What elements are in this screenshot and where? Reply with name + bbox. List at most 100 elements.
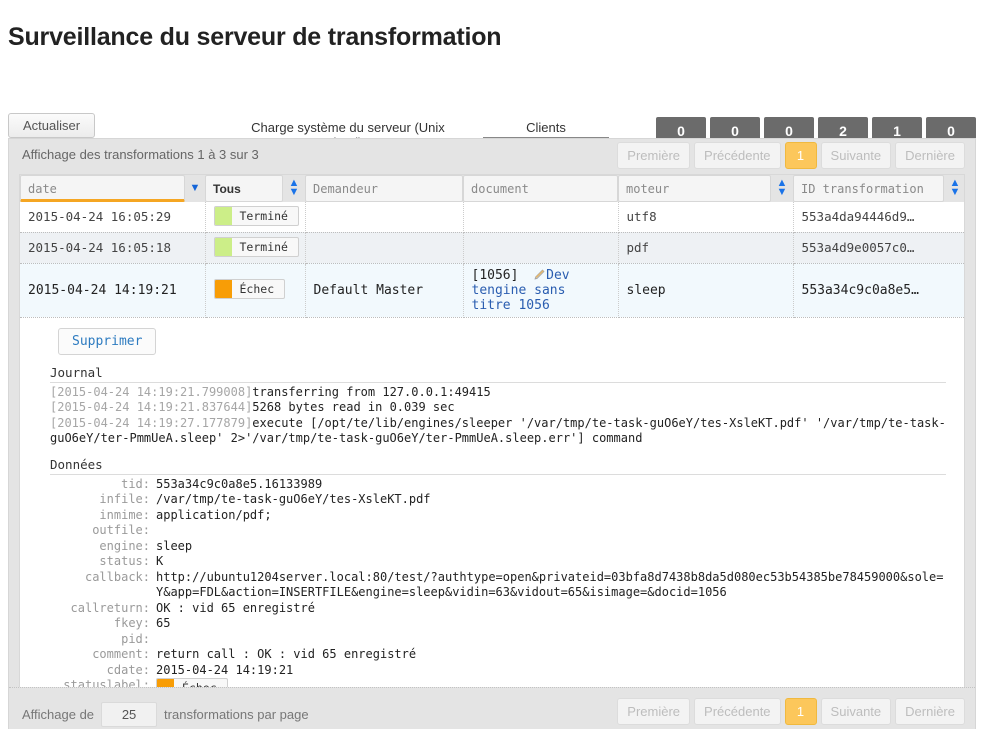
cell-tid: 553a4d9e0057c0…: [793, 232, 964, 264]
cell-document: [463, 201, 619, 233]
data-field-row: pid:: [50, 632, 946, 648]
data-field-key: fkey:: [113, 616, 150, 631]
data-field-key: pid:: [121, 631, 150, 646]
top-pagination: Première Précédente 1 Suivante Dernière: [617, 141, 965, 169]
clients-title: Clients: [483, 120, 609, 138]
transformations-table: date ▼ Tous ▲ ▼ Demandeur document moteur ▲ ▼ ID t…: [20, 174, 964, 318]
delete-button[interactable]: Supprimer: [58, 327, 157, 355]
pager-page-1-bottom[interactable]: 1: [784, 697, 817, 725]
data-field-value: http://ubuntu1204server.local:80/test/?a…: [156, 569, 944, 600]
panel-footer: Affichage de 25 transformations par page…: [9, 686, 975, 729]
per-page-control: Affichage de 25 transformations par page: [22, 701, 309, 727]
cell-requester: [305, 232, 464, 264]
status-swatch: [214, 279, 232, 298]
journal-title: Journal: [50, 365, 946, 383]
cell-date: 2015-04-24 16:05:29: [20, 201, 206, 233]
results-summary: Affichage des transformations 1 à 3 sur …: [22, 146, 259, 162]
bottom-pagination: Première Précédente 1 Suivante Dernière: [617, 697, 965, 725]
status-label: Échec: [239, 281, 275, 296]
data-field-value: 553a34c9c0a8e5.16133989: [156, 476, 323, 491]
filter-date[interactable]: date: [20, 174, 185, 202]
data-field-value: 2015-04-24 14:19:21: [156, 662, 294, 677]
sort-icon[interactable]: ▲ ▼: [771, 178, 793, 198]
pencil-icon: [534, 269, 545, 280]
pager-last-top[interactable]: Dernière: [895, 141, 965, 169]
cell-engine: utf8: [618, 201, 794, 233]
cell-status: Échec: [205, 263, 306, 318]
data-field-value: [156, 632, 946, 648]
status-badge: Terminé: [213, 205, 299, 226]
data-field-row: tid: 553a34c9c0a8e5.16133989: [50, 477, 946, 493]
data-field-row: status: K: [50, 554, 946, 570]
data-fields: tid: 553a34c9c0a8e5.16133989 infile: /var/t…: [50, 477, 946, 688]
data-field-value: 65: [156, 616, 171, 631]
data-field-row: outfile:: [50, 523, 946, 539]
table-row[interactable]: 2015-04-24 16:05:18 Terminé pdf 553a4d9e005…: [20, 232, 964, 264]
journal-timestamp: [2015-04-24 14:19:27.177879]: [50, 415, 253, 430]
pager-page-1-top[interactable]: 1: [784, 141, 817, 169]
journal-line: [2015-04-24 14:19:21.837644]5268 bytes r…: [50, 400, 946, 416]
per-page-prefix: Affichage de: [22, 706, 95, 722]
pager-prev-top[interactable]: Précédente: [694, 141, 781, 169]
data-field-row: comment: return call : OK : vid 65 enregi…: [50, 647, 946, 663]
pager-last-bottom[interactable]: Dernière: [895, 697, 965, 725]
cell-document: [1056] Dev tengine sans titre 1056: [463, 263, 619, 318]
cell-engine: pdf: [618, 232, 794, 264]
data-field-value: [156, 523, 946, 539]
transformation-detail: Supprimer Journal [2015-04-24 14:19:21.7…: [20, 317, 964, 688]
per-page-suffix: transformations par page: [164, 706, 309, 722]
status-label: Terminé: [239, 208, 288, 223]
data-field-value: application/pdf;: [156, 507, 272, 522]
journal-text: 5268 bytes read in 0.039 sec: [252, 400, 455, 415]
data-field-value: OK : vid 65 enregistré: [156, 600, 315, 615]
sort-icon[interactable]: ▲ ▼: [283, 178, 305, 198]
cell-date: 2015-04-24 16:05:18: [20, 232, 206, 264]
per-page-input[interactable]: 25: [101, 701, 158, 727]
table-row[interactable]: 2015-04-24 16:05:29 Terminé utf8 553a4da944…: [20, 201, 964, 233]
filter-demandeur[interactable]: Demandeur: [305, 174, 463, 202]
journal-text: transferring from 127.0.0.1:49415: [252, 384, 491, 399]
sort-icon[interactable]: ▲ ▼: [944, 178, 964, 198]
data-field-key: outfile:: [92, 523, 150, 538]
cell-tid: 553a4da94446d9…: [793, 201, 964, 233]
cell-status: Terminé: [205, 201, 306, 233]
table-body: date ▼ Tous ▲ ▼ Demandeur document moteur ▲ ▼ ID t…: [20, 174, 964, 318]
status-badge: Terminé: [213, 236, 299, 257]
refresh-button[interactable]: Actualiser: [8, 112, 96, 138]
filter-statut[interactable]: Tous: [205, 174, 283, 202]
document-id: [1056]: [471, 267, 519, 283]
status-swatch: [214, 237, 232, 256]
table-row[interactable]: 2015-04-24 14:19:21 Échec Default Master [1…: [20, 263, 964, 318]
data-title: Données: [50, 457, 946, 475]
data-field-key: inmime:: [99, 507, 150, 522]
panel-header: Affichage des transformations 1 à 3 sur …: [9, 139, 975, 174]
data-field-key: callreturn:: [70, 600, 150, 615]
data-field-row: engine: sleep: [50, 539, 946, 555]
data-field-row: cdate: 2015-04-24 14:19:21: [50, 663, 946, 679]
data-field-value: K: [156, 554, 164, 569]
filter-moteur[interactable]: moteur: [618, 174, 771, 202]
data-field-row: inmime: application/pdf;: [50, 508, 946, 524]
data-field-value: return call : OK : vid 65 enregistré: [156, 647, 417, 662]
pager-next-top[interactable]: Suivante: [820, 141, 892, 169]
filter-id-transformation[interactable]: ID transformation: [793, 174, 944, 202]
app-root: Surveillance du serveur de transformatio…: [0, 17, 984, 729]
journal-timestamp: [2015-04-24 14:19:21.799008]: [50, 384, 253, 399]
data-field-value: sleep: [156, 538, 193, 553]
pager-prev-bottom[interactable]: Précédente: [694, 697, 781, 725]
data-field-key: callback:: [84, 569, 150, 584]
pager-next-bottom[interactable]: Suivante: [820, 697, 892, 725]
status-swatch: [214, 206, 232, 225]
filter-row: date ▼ Tous ▲ ▼ Demandeur document moteur ▲ ▼ ID t…: [20, 174, 964, 202]
cell-document: [463, 232, 619, 264]
data-field-key: infile:: [99, 492, 150, 507]
filter-document[interactable]: document: [463, 174, 618, 202]
journal-line: [2015-04-24 14:19:27.177879]execute [/op…: [50, 416, 946, 447]
data-field-key: comment:: [92, 647, 150, 662]
journal-timestamp: [2015-04-24 14:19:21.837644]: [50, 400, 253, 415]
pager-first-bottom[interactable]: Première: [617, 697, 691, 725]
cell-tid: 553a34c9c0a8e5…: [793, 263, 964, 318]
chevron-down-icon[interactable]: ▼: [185, 182, 205, 194]
journal-line: [2015-04-24 14:19:21.799008]transferring…: [50, 385, 946, 401]
pager-first-top[interactable]: Première: [617, 141, 691, 169]
